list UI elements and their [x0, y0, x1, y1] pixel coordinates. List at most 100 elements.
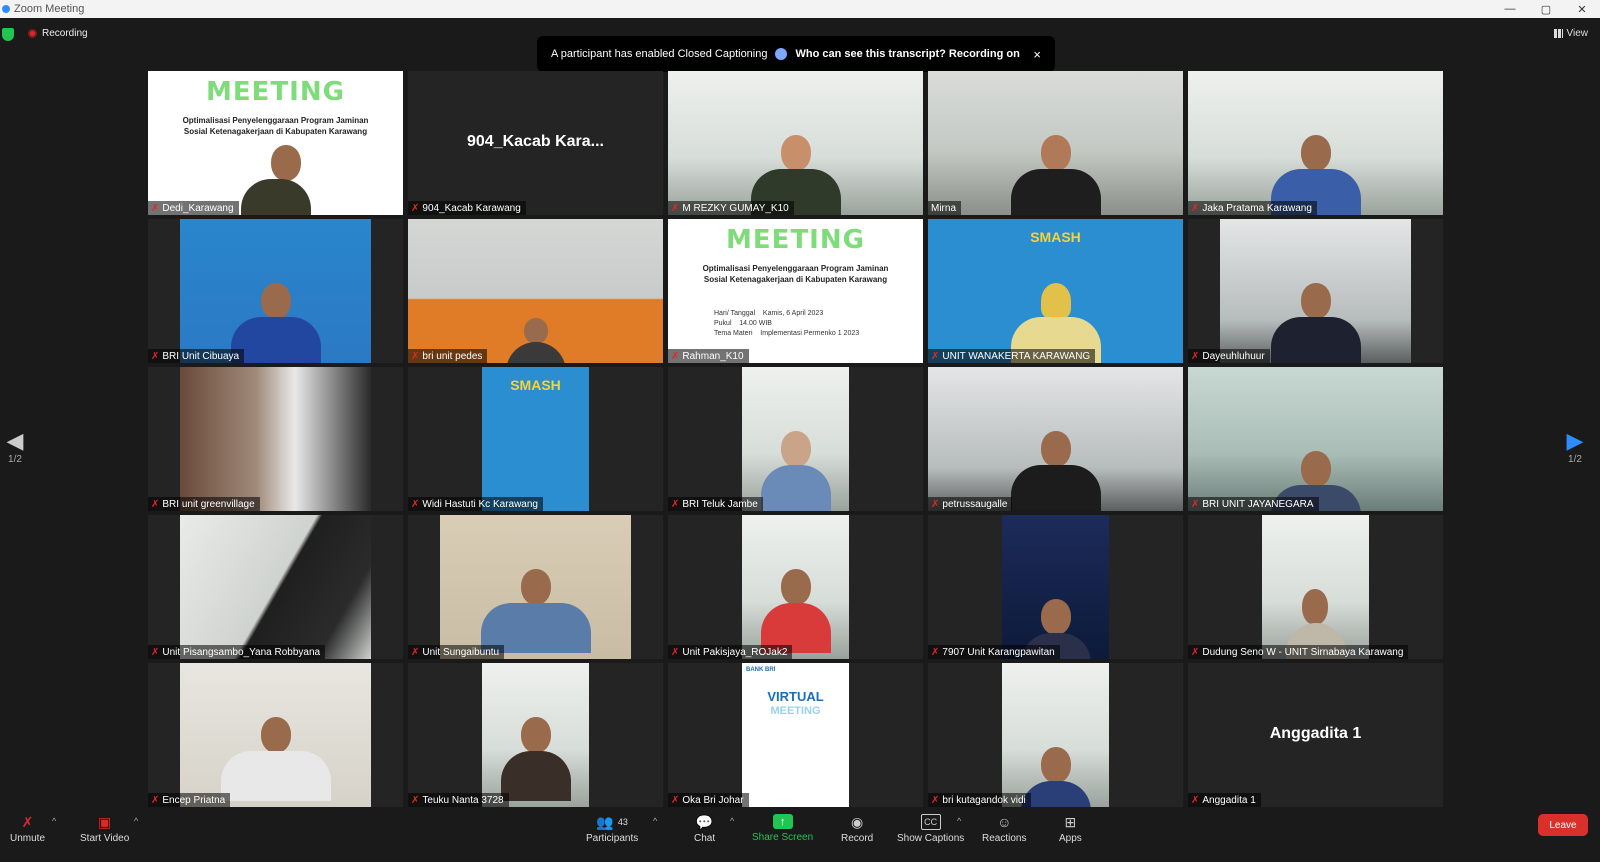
participant-name: BRI unit greenvillage — [162, 499, 255, 510]
participant-name: Unit Pakisjaya_ROJak2 — [682, 647, 788, 658]
captioning-banner: A participant has enabled Closed Caption… — [537, 36, 1055, 72]
video-options-caret[interactable]: ^ — [134, 816, 138, 826]
participant-name: M REZKY GUMAY_K10 — [682, 203, 789, 214]
participant-namebar: ✗ Dayeuhluhuur — [1188, 349, 1270, 363]
video-tile[interactable]: MEETING Optimalisasi Penyelenggaraan Pro… — [668, 219, 923, 363]
video-tile[interactable]: SMASH ✗ Widi Hastuti Kc Karawang — [408, 367, 663, 511]
start-video-button[interactable]: ▣ Start Video — [80, 814, 129, 845]
participant-video — [408, 219, 663, 363]
leave-button[interactable]: Leave — [1538, 814, 1588, 836]
participant-namebar: ✗ Anggadita 1 — [1188, 793, 1261, 807]
video-tile[interactable]: SMASH ✗ UNIT WANAKERTA KARAWANG — [928, 219, 1183, 363]
participant-video — [482, 663, 589, 807]
participant-name: petrussaugalle — [942, 499, 1008, 510]
show-captions-button[interactable]: CC Show Captions — [897, 814, 964, 844]
participant-namebar: ✗ 7907 Unit Karangpawitan — [928, 645, 1060, 659]
participant-video — [928, 367, 1183, 511]
slide-title: MEETING — [726, 225, 865, 255]
record-icon: ◉ — [851, 813, 864, 830]
mic-muted-icon: ✗ — [151, 647, 160, 658]
unmute-button[interactable]: ✗ Unmute — [10, 813, 45, 845]
video-tile[interactable]: 904_Kacab Kara... ✗ 904_Kacab Karawang — [408, 71, 663, 215]
chat-label: Chat — [694, 833, 716, 844]
video-tile[interactable]: ✗ bri unit pedes — [408, 219, 663, 363]
audio-options-caret[interactable]: ^ — [52, 816, 56, 826]
share-screen-button[interactable]: ↑ Share Screen — [752, 814, 813, 843]
video-tile[interactable]: Anggadita 1 ✗ Anggadita 1 — [1188, 663, 1443, 807]
share-screen-label: Share Screen — [752, 832, 814, 843]
participant-name: Dudung Seno W - UNIT Sirnabaya Karawang — [1202, 647, 1404, 658]
participants-icon: 👥 43 — [596, 813, 628, 830]
participant-video: SMASH — [928, 219, 1183, 363]
participant-namebar: ✗ 904_Kacab Karawang — [408, 201, 526, 215]
mic-muted-icon: ✗ — [1191, 203, 1200, 214]
chat-button[interactable]: 💬 Chat — [694, 814, 716, 845]
video-tile[interactable]: ✗ Unit Pakisjaya_ROJak2 — [668, 515, 923, 659]
banner-close-button[interactable]: × — [1033, 47, 1041, 62]
video-tile[interactable]: ✗ 7907 Unit Karangpawitan — [928, 515, 1183, 659]
transcript-info-link[interactable]: Who can see this transcript? Recording o… — [795, 48, 1019, 60]
zoom-logo-icon — [2, 5, 10, 13]
participant-namebar: ✗ Unit Pisangsambo_Yana Robbyana — [148, 645, 326, 659]
maximize-button[interactable]: ▢ — [1528, 3, 1564, 16]
meeting-toolbar: ✗ Unmute ^ ▣ Start Video ^ 👥 43 Participa… — [0, 810, 1600, 862]
share-screen-icon: ↑ — [772, 814, 793, 829]
record-button[interactable]: ◉ Record — [841, 813, 873, 845]
video-tile[interactable]: ✗ BRI unit greenvillage — [148, 367, 403, 511]
video-tile[interactable]: ✗ BRI Teluk Jambe — [668, 367, 923, 511]
participant-namebar: ✗ petrussaugalle — [928, 497, 1013, 511]
recording-dot-icon — [28, 29, 37, 38]
security-shield-icon[interactable] — [2, 28, 14, 41]
mic-muted-icon: ✗ — [411, 351, 420, 362]
participant-name: Unit Pisangsambo_Yana Robbyana — [162, 647, 321, 658]
participants-options-caret[interactable]: ^ — [653, 816, 657, 826]
participant-name: Widi Hastuti Kc Karawang — [422, 499, 538, 510]
video-tile[interactable]: ✗ Dudung Seno W - UNIT Sirnabaya Karawang — [1188, 515, 1443, 659]
video-tile[interactable]: ✗ BRI UNIT JAYANEGARA — [1188, 367, 1443, 511]
reactions-button[interactable]: ☺ Reactions — [982, 814, 1026, 844]
video-tile[interactable]: ✗ petrussaugalle — [928, 367, 1183, 511]
close-window-button[interactable]: ✕ — [1564, 3, 1600, 16]
participant-count: 43 — [617, 817, 628, 827]
participant-video — [742, 515, 849, 659]
video-tile-active-speaker[interactable]: Mirna — [928, 71, 1183, 215]
captions-options-caret[interactable]: ^ — [957, 816, 961, 826]
video-tile[interactable]: MEETING Optimalisasi Penyelenggaraan Pro… — [148, 71, 403, 215]
participant-name: Dedi_Karawang — [162, 203, 234, 214]
video-tile[interactable]: ✗ Unit Sungaibuntu — [408, 515, 663, 659]
reactions-smiley-icon: ☺ — [997, 814, 1012, 830]
video-tile[interactable]: ✗ Unit Pisangsambo_Yana Robbyana — [148, 515, 403, 659]
chat-options-caret[interactable]: ^ — [730, 816, 734, 826]
video-tile[interactable]: BANK BRI VIRTUAL MEETING ✗ Oka Bri Johar — [668, 663, 923, 807]
apps-button[interactable]: ⊞ Apps — [1059, 814, 1082, 845]
slide-subtitle: Optimalisasi Penyelenggaraan Program Jam… — [702, 264, 889, 284]
captions-cc-icon: CC — [920, 814, 941, 830]
video-tile[interactable]: ✗ Jaka Pratama Karawang — [1188, 71, 1443, 215]
next-page-button[interactable]: ▶ 1/2 — [1560, 428, 1590, 465]
participant-namebar: ✗ M REZKY GUMAY_K10 — [668, 201, 794, 215]
video-tile[interactable]: ✗ BRI Unit Cibuaya — [148, 219, 403, 363]
video-tile[interactable]: ✗ M REZKY GUMAY_K10 — [668, 71, 923, 215]
slide-info: Hari/ Tanggal Kamis, 6 April 2023 Pukul … — [714, 310, 860, 337]
mic-muted-icon: ✗ — [151, 351, 160, 362]
view-button[interactable]: View — [1553, 28, 1588, 39]
participant-namebar: ✗ BRI UNIT JAYANEGARA — [1188, 497, 1319, 511]
previous-page-button[interactable]: ◀ 1/2 — [0, 428, 30, 465]
video-tile[interactable]: ✗ Dayeuhluhuur — [1188, 219, 1443, 363]
participant-name: Jaka Pratama Karawang — [1202, 203, 1312, 214]
video-tile[interactable]: ✗ Teuku Nanta 3728 — [408, 663, 663, 807]
minimize-button[interactable]: — — [1492, 3, 1528, 15]
participants-button[interactable]: 👥 43 Participants — [586, 813, 638, 845]
video-tile[interactable]: ✗ bri kutagandok vidi — [928, 663, 1183, 807]
participant-video — [440, 515, 631, 659]
mic-muted-icon: ✗ — [671, 795, 680, 806]
mic-muted-icon: ✗ — [21, 813, 34, 830]
right-arrow-icon: ▶ — [1566, 428, 1584, 453]
gallery-grid-icon — [1553, 29, 1563, 38]
participant-video — [1002, 515, 1109, 659]
participant-namebar: ✗ Oka Bri Johar — [668, 793, 749, 807]
participant-video — [1188, 71, 1443, 215]
video-tile[interactable]: ✗ Encep Priatna — [148, 663, 403, 807]
participant-video — [928, 71, 1183, 215]
recording-indicator[interactable]: Recording — [28, 28, 88, 39]
